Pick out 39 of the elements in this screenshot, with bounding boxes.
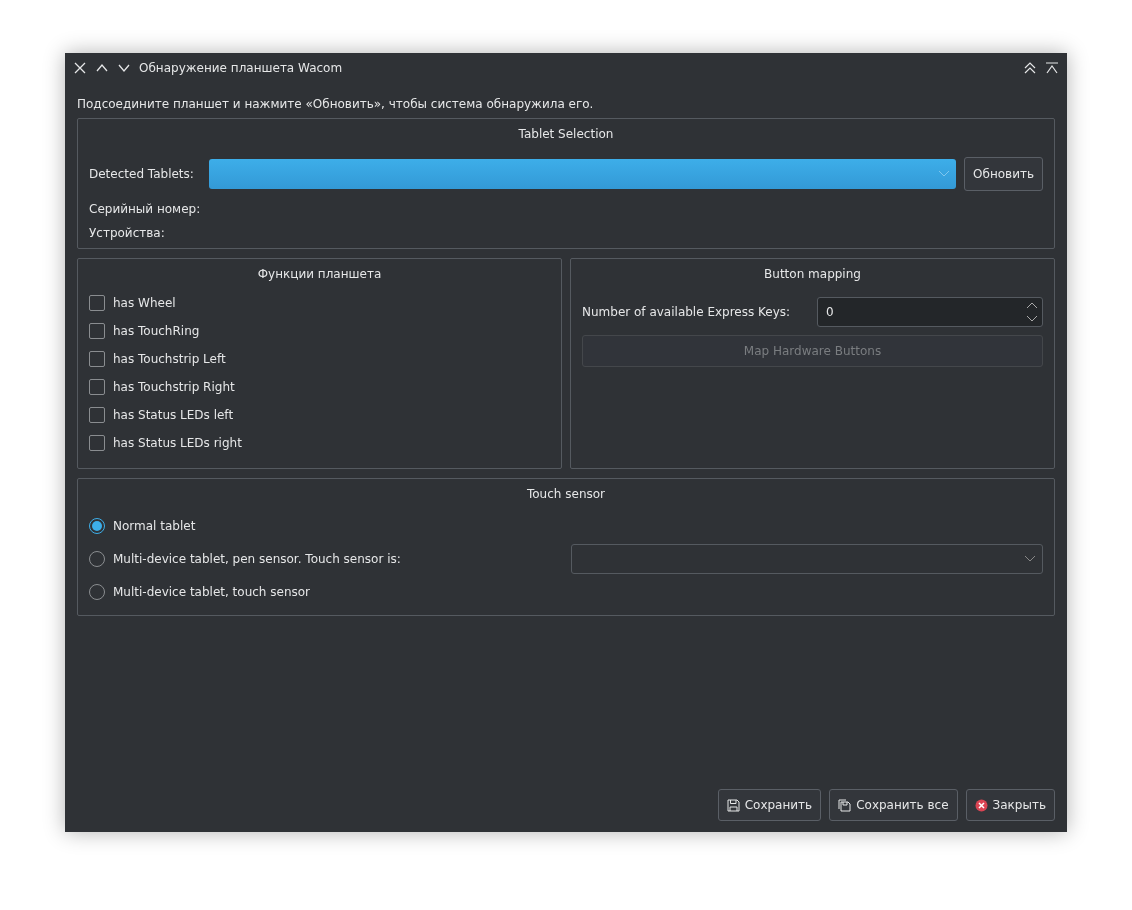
checkbox-label: has Status LEDs right xyxy=(113,435,242,452)
group-title: Button mapping xyxy=(764,266,861,283)
close-icon xyxy=(974,798,988,812)
checkbox-label: has TouchRing xyxy=(113,323,200,340)
radio-label: Multi-device tablet, touch sensor xyxy=(113,583,311,601)
floppy-disks-icon xyxy=(838,798,852,812)
spinbox-value: 0 xyxy=(826,304,834,321)
checkbox[interactable] xyxy=(89,407,105,423)
double-chevron-up-icon[interactable] xyxy=(1023,61,1037,75)
instruction-text: Подсоедините планшет и нажмите «Обновить», чтобы система обнаружила его. xyxy=(77,96,595,113)
field-label: Detected Tablets: xyxy=(89,166,195,183)
save-button[interactable]: Сохранить xyxy=(717,789,822,821)
checkbox[interactable] xyxy=(89,351,105,367)
checkbox[interactable] xyxy=(89,295,105,311)
checkbox[interactable] xyxy=(89,435,105,451)
spin-arrows-icon xyxy=(1026,301,1038,323)
field-label: Серийный номер: xyxy=(89,201,201,218)
group-title: Функции планшета xyxy=(257,266,382,283)
field-label: Number of available Express Keys: xyxy=(582,304,792,321)
radio-label: Normal tablet xyxy=(113,517,196,535)
close-button[interactable]: Закрыть xyxy=(965,789,1055,821)
window-title: Обнаружение планшета Wacom xyxy=(139,60,343,77)
group-title: Touch sensor xyxy=(527,486,605,503)
group-title: Tablet Selection xyxy=(518,126,614,143)
checkbox[interactable] xyxy=(89,323,105,339)
chevron-down-icon xyxy=(1024,554,1036,563)
checkbox-label: has Wheel xyxy=(113,295,176,312)
field-label: Устройства: xyxy=(89,225,165,242)
checkbox-label: has Touchstrip Left xyxy=(113,351,226,368)
checkbox-label: has Touchstrip Right xyxy=(113,379,235,396)
express-keys-spinbox[interactable]: 0 xyxy=(817,297,1043,327)
checkbox-label: has Status LEDs left xyxy=(113,407,234,424)
close-icon[interactable] xyxy=(73,61,87,75)
refresh-button[interactable]: Обновить xyxy=(964,157,1043,191)
radio-label: Multi-device tablet, pen sensor. Touch sensor is: xyxy=(113,550,401,568)
chevron-down-icon xyxy=(938,170,951,178)
save-all-button[interactable]: Сохранить все xyxy=(829,789,958,821)
checkbox[interactable] xyxy=(89,379,105,395)
keep-above-icon[interactable] xyxy=(1045,61,1059,75)
